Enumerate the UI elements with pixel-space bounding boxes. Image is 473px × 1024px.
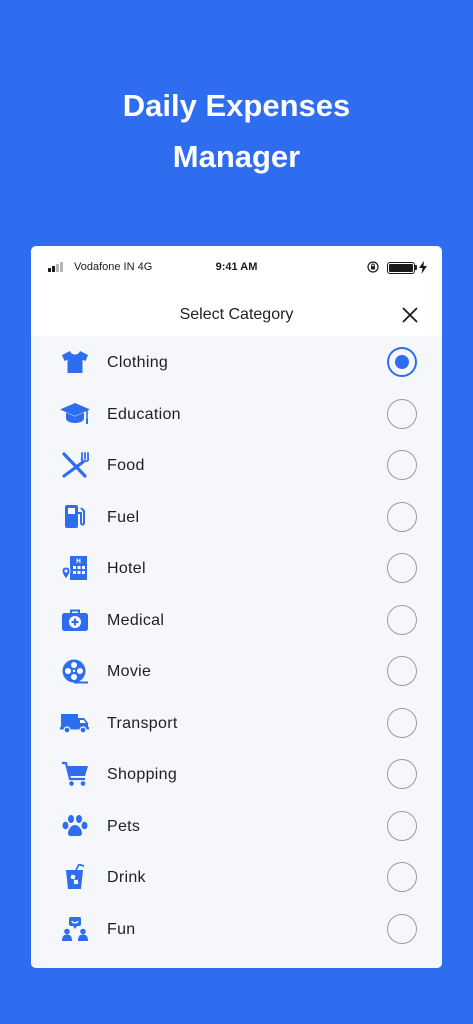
category-row-transport[interactable]: Transport bbox=[31, 697, 442, 749]
fun-people-icon bbox=[59, 916, 91, 942]
category-list: Clothing Education Food Fuel H Hotel Med… bbox=[31, 336, 442, 968]
category-label: Medical bbox=[107, 611, 165, 629]
category-row-pets[interactable]: Pets bbox=[31, 800, 442, 852]
hero-title-line-1: Daily Expenses bbox=[122, 88, 351, 123]
category-selector-card: Vodafone IN 4G 9:41 AM Select Category C… bbox=[31, 246, 442, 968]
category-row-education[interactable]: Education bbox=[31, 388, 442, 440]
modal-header: Select Category bbox=[31, 290, 442, 336]
category-row-shopping[interactable]: Shopping bbox=[31, 748, 442, 800]
category-row-fuel[interactable]: Fuel bbox=[31, 491, 442, 543]
category-label: Transport bbox=[107, 714, 178, 732]
graduation-cap-icon bbox=[59, 401, 91, 427]
close-button[interactable] bbox=[397, 302, 423, 328]
category-label: Drink bbox=[107, 869, 146, 886]
category-radio[interactable] bbox=[387, 707, 417, 738]
medical-kit-icon bbox=[59, 607, 91, 633]
fork-knife-icon bbox=[59, 452, 91, 478]
category-row-food[interactable]: Food bbox=[31, 439, 442, 491]
category-row-drink[interactable]: Drink bbox=[31, 851, 442, 903]
svg-text:H: H bbox=[76, 558, 81, 565]
category-label: Clothing bbox=[107, 354, 169, 371]
category-radio[interactable] bbox=[387, 398, 417, 429]
category-radio[interactable] bbox=[387, 553, 417, 583]
hero-title: Daily Expenses Manager bbox=[0, 80, 473, 182]
category-radio[interactable] bbox=[387, 604, 417, 635]
hotel-icon: H bbox=[59, 555, 91, 581]
category-label: Movie bbox=[107, 663, 152, 680]
category-radio[interactable] bbox=[387, 759, 417, 789]
paw-icon bbox=[59, 813, 91, 839]
category-row-movie[interactable]: Movie bbox=[31, 645, 442, 697]
rotation-lock-icon bbox=[367, 261, 379, 273]
category-label: Food bbox=[107, 457, 145, 474]
category-label: Education bbox=[107, 405, 181, 423]
shopping-cart-icon bbox=[59, 761, 91, 787]
category-row-medical[interactable]: Medical bbox=[31, 594, 442, 646]
battery-icon bbox=[387, 262, 415, 274]
battery-tip bbox=[415, 265, 417, 270]
category-label: Hotel bbox=[107, 560, 146, 577]
category-row-clothing[interactable]: Clothing bbox=[31, 336, 442, 388]
status-time: 9:41 AM bbox=[215, 261, 258, 273]
category-row-hotel[interactable]: H Hotel bbox=[31, 542, 442, 594]
category-row-fun[interactable]: Fun bbox=[31, 903, 442, 955]
category-radio[interactable] bbox=[387, 913, 417, 944]
close-icon bbox=[402, 307, 418, 323]
category-radio[interactable] bbox=[387, 656, 417, 686]
category-radio[interactable] bbox=[387, 862, 417, 892]
shirt-icon bbox=[59, 349, 91, 375]
status-bar: Vodafone IN 4G 9:41 AM bbox=[31, 246, 442, 290]
category-radio[interactable] bbox=[387, 347, 417, 377]
hero-title-line-2: Manager bbox=[172, 139, 301, 174]
charging-bolt-icon bbox=[419, 261, 427, 274]
modal-title: Select Category bbox=[179, 306, 294, 323]
film-reel-icon bbox=[59, 658, 91, 684]
category-label: Fun bbox=[107, 920, 136, 938]
category-radio[interactable] bbox=[387, 810, 417, 841]
category-radio[interactable] bbox=[387, 501, 417, 532]
truck-icon bbox=[59, 710, 91, 736]
drink-cup-icon bbox=[59, 864, 91, 890]
category-radio[interactable] bbox=[387, 450, 417, 480]
fuel-pump-icon bbox=[59, 504, 91, 530]
category-label: Pets bbox=[107, 817, 141, 835]
category-label: Shopping bbox=[107, 766, 178, 783]
category-label: Fuel bbox=[107, 508, 140, 526]
